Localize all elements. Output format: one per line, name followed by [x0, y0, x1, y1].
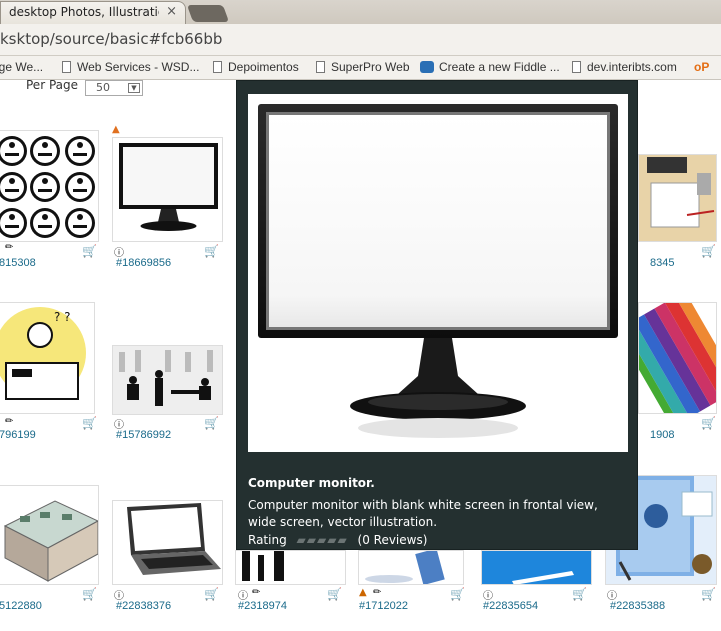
item-id-link[interactable]: 815308	[0, 257, 36, 269]
add-to-cart-icon[interactable]: 🛒	[701, 587, 716, 601]
bookmark-item[interactable]: oP	[694, 60, 709, 74]
item-id-link[interactable]: 796199	[0, 429, 36, 441]
thumbnail-stressed-worker[interactable]: ? ?	[0, 302, 95, 414]
monitor-image	[119, 143, 218, 231]
pencil-icon: ✏	[252, 587, 261, 598]
pencil-icon: ✏	[5, 416, 14, 427]
bookmark-item[interactable]: Depoimentos	[213, 60, 299, 74]
bookmark-item[interactable]: SuperPro Web	[316, 60, 410, 74]
thumbnail-documents[interactable]	[358, 550, 464, 585]
per-page-label: Per Page	[26, 78, 78, 92]
desk-image	[639, 155, 716, 241]
page-icon	[316, 61, 325, 73]
add-to-cart-icon[interactable]: 🛒	[204, 587, 219, 601]
monitor-preview-image	[258, 104, 618, 438]
thumbnail-desk[interactable]	[638, 154, 717, 242]
bookmarks-bar: ige We... Web Services - WSD... Depoimen…	[0, 56, 721, 80]
thumbnail-laptop[interactable]	[112, 500, 223, 585]
title-bar: desktop Photos, Illustratio ×	[0, 0, 721, 24]
item-id-link[interactable]: #15786992	[116, 429, 171, 441]
url-text[interactable]: ksktop/source/basic#fcb66bb	[0, 30, 222, 48]
tab-close-button[interactable]: ×	[166, 4, 177, 19]
thumbnail-silhouettes[interactable]	[235, 550, 346, 585]
add-to-cart-icon[interactable]: 🛒	[701, 416, 716, 430]
meeting-image	[113, 346, 222, 414]
chevron-down-icon: ▼	[128, 83, 140, 93]
add-to-cart-icon[interactable]: 🛒	[204, 244, 219, 258]
item-id-link[interactable]: 8345	[650, 257, 674, 269]
thumbnail-blue-abstract[interactable]	[481, 550, 592, 585]
thumbnail-office-icons[interactable]	[0, 130, 99, 242]
silhouettes-image	[242, 551, 284, 581]
office-building-image	[3, 500, 98, 582]
svg-text:? ?: ? ?	[54, 310, 71, 324]
hot-icon: ▲	[359, 587, 367, 598]
preview-description: Computer monitor with blank white screen…	[248, 498, 598, 529]
thumbnail-colored-stripes[interactable]	[638, 302, 717, 414]
laptop-image	[127, 503, 221, 575]
rating-stars-icon: ▰▰▰▰▰	[296, 533, 348, 547]
cloud-icon	[420, 61, 434, 73]
tab-active[interactable]: desktop Photos, Illustratio ×	[0, 1, 186, 24]
item-id-link[interactable]: #22835388	[610, 600, 665, 612]
page-icon	[62, 61, 71, 73]
item-id-link[interactable]: #1712022	[359, 600, 408, 612]
rating-label: Rating	[248, 533, 287, 547]
stressed-worker-image: ? ?	[0, 307, 86, 400]
preview-rating: Rating ▰▰▰▰▰ (0 Reviews)	[248, 533, 427, 547]
bookmark-item[interactable]: Web Services - WSD...	[62, 60, 199, 74]
address-bar[interactable]: ksktop/source/basic#fcb66bb	[0, 24, 721, 56]
add-to-cart-icon[interactable]: 🛒	[82, 244, 97, 258]
office-icons-image	[0, 136, 95, 238]
preview-title: Computer monitor.	[248, 476, 375, 490]
item-id-link[interactable]: #22838376	[116, 600, 171, 612]
new-tab-button[interactable]	[186, 5, 230, 22]
thumbnail-meeting[interactable]	[112, 345, 223, 415]
add-to-cart-icon[interactable]: 🛒	[204, 416, 219, 430]
hot-icon: ▲	[112, 124, 120, 135]
add-to-cart-icon[interactable]: 🛒	[82, 587, 97, 601]
add-to-cart-icon[interactable]: 🛒	[82, 416, 97, 430]
preview-image	[248, 94, 628, 452]
pencil-icon: ✏	[5, 242, 14, 253]
page-icon	[572, 61, 581, 73]
add-to-cart-icon[interactable]: 🛒	[450, 587, 465, 601]
bookmark-item[interactable]: ige We...	[0, 60, 43, 74]
bookmark-item[interactable]: dev.interibts.com	[572, 60, 677, 74]
per-page-select[interactable]: 50 ▼	[85, 80, 143, 96]
add-to-cart-icon[interactable]: 🛒	[572, 587, 587, 601]
documents-image	[365, 551, 445, 584]
add-to-cart-icon[interactable]: 🛒	[701, 244, 716, 258]
item-id-link[interactable]: #2318974	[238, 600, 287, 612]
bookmark-item[interactable]: Create a new Fiddle ...	[420, 60, 560, 74]
colored-stripes-image	[639, 303, 716, 413]
pencil-icon: ✏	[373, 587, 382, 598]
tab-title: desktop Photos, Illustratio	[9, 5, 159, 19]
thumbnail-office-building[interactable]	[0, 485, 99, 585]
item-id-link[interactable]: #18669856	[116, 257, 171, 269]
item-id-link[interactable]: 5122880	[0, 600, 42, 612]
reviews-count: (0 Reviews)	[357, 533, 428, 547]
add-to-cart-icon[interactable]: 🛒	[327, 587, 342, 601]
page-icon	[213, 61, 222, 73]
thumbnail-monitor[interactable]	[112, 137, 223, 242]
item-id-link[interactable]: #22835654	[483, 600, 538, 612]
item-id-link[interactable]: 1908	[650, 429, 674, 441]
blue-abstract-image	[482, 551, 591, 584]
image-preview-tooltip: Computer monitor. Computer monitor with …	[236, 80, 638, 550]
